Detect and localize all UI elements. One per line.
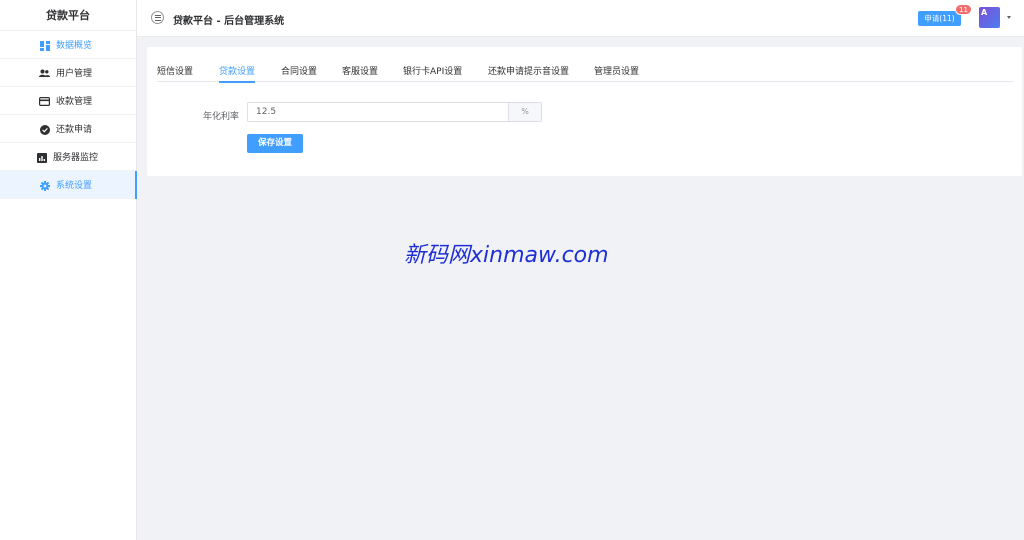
percent-suffix: % xyxy=(508,103,541,121)
tab-contract[interactable]: 合同设置 xyxy=(281,64,317,82)
apply-requests-button[interactable]: 申请(11) xyxy=(918,11,961,26)
sidebar-brand: 贷款平台 xyxy=(0,0,136,31)
tab-sms[interactable]: 短信设置 xyxy=(157,64,193,82)
sidebar-item-label: 系统设置 xyxy=(56,181,93,191)
rate-input-group: % xyxy=(247,102,542,122)
avatar[interactable]: A xyxy=(979,7,1000,28)
top-header: 贷款平台 - 后台管理系统 申请(11) 11 A xyxy=(137,0,1024,37)
annual-rate-input[interactable] xyxy=(248,103,508,121)
sidebar-item-dashboard[interactable]: 数据概览 xyxy=(0,31,136,59)
card-icon xyxy=(39,96,50,107)
sidebar-item-payments[interactable]: 收款管理 xyxy=(0,87,136,115)
gear-icon xyxy=(39,180,50,191)
sidebar-item-label: 收款管理 xyxy=(56,97,93,107)
notification-badge: 11 xyxy=(955,4,972,15)
chart-icon xyxy=(36,152,47,163)
sidebar-item-repayment[interactable]: 还款申请 xyxy=(0,115,136,143)
tab-customer-service[interactable]: 客服设置 xyxy=(342,64,378,82)
sidebar: 贷款平台 数据概览 用户管理 收款管理 还款申请 服务器监控 系统设置 xyxy=(0,0,137,540)
menu-toggle-icon[interactable] xyxy=(151,11,164,24)
settings-tabs: 短信设置 贷款设置 合同设置 客服设置 银行卡API设置 还款申请提示音设置 管… xyxy=(157,64,1013,83)
sidebar-item-label: 用户管理 xyxy=(56,69,93,79)
sidebar-item-settings[interactable]: 系统设置 xyxy=(0,171,137,199)
sidebar-item-label: 数据概览 xyxy=(56,41,93,51)
tab-bank-card-api[interactable]: 银行卡API设置 xyxy=(403,64,462,82)
watermark: 新码网xinmaw.com xyxy=(404,243,609,268)
chevron-down-icon[interactable] xyxy=(1007,16,1011,19)
check-circle-icon xyxy=(39,124,50,135)
page-title: 贷款平台 - 后台管理系统 xyxy=(173,16,285,27)
tab-loan[interactable]: 贷款设置 xyxy=(219,64,256,83)
save-button[interactable]: 保存设置 xyxy=(247,134,303,153)
sidebar-item-label: 还款申请 xyxy=(56,125,93,135)
sidebar-item-label: 服务器监控 xyxy=(53,153,99,163)
rate-label: 年化利率 xyxy=(203,112,240,122)
sidebar-item-users[interactable]: 用户管理 xyxy=(0,59,136,87)
tab-admin[interactable]: 管理员设置 xyxy=(594,64,639,82)
sidebar-item-monitor[interactable]: 服务器监控 xyxy=(0,143,136,171)
tab-repayment-sound[interactable]: 还款申请提示音设置 xyxy=(488,64,569,82)
users-icon xyxy=(39,68,50,79)
settings-panel: 短信设置 贷款设置 合同设置 客服设置 银行卡API设置 还款申请提示音设置 管… xyxy=(147,47,1022,176)
dashboard-icon xyxy=(39,40,50,51)
